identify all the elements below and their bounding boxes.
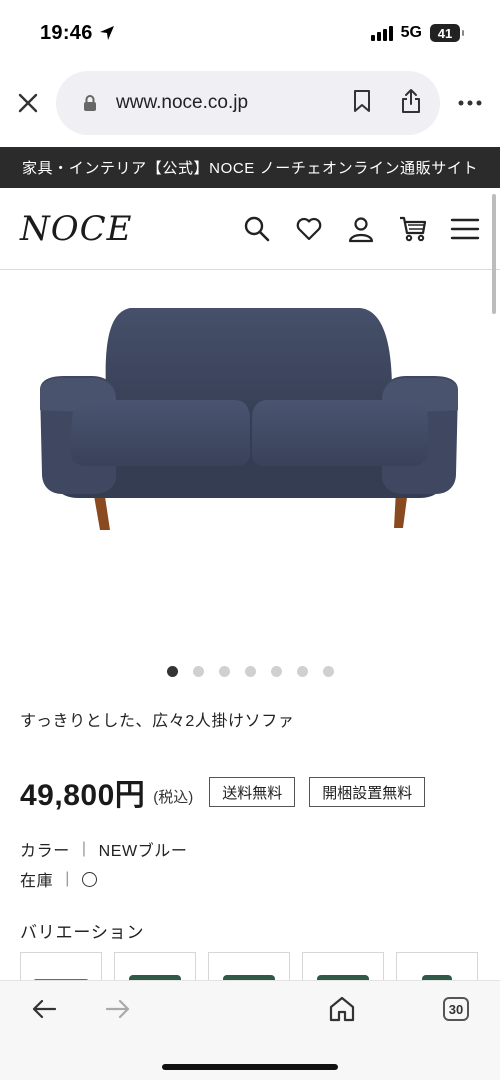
- in-stock-icon: [81, 871, 97, 887]
- home-icon: [329, 996, 355, 1022]
- free-setup-badge: 開梱設置無料: [309, 777, 426, 807]
- spec-divider: |: [81, 840, 87, 857]
- carousel-dot[interactable]: [244, 666, 256, 677]
- carousel-dot[interactable]: [270, 666, 282, 677]
- location-arrow-icon: [99, 26, 114, 40]
- battery-level: 41: [437, 25, 453, 41]
- variation-thumb[interactable]: [20, 952, 102, 982]
- tabs-button[interactable]: 30: [434, 987, 478, 1031]
- site-header: NOCE: [0, 188, 500, 270]
- browser-bar: www.noce.co.jp: [0, 70, 500, 136]
- status-time: 19:46: [40, 22, 115, 45]
- site-banner[interactable]: 家具・インテリア【公式】NOCE ノーチェオンライン通販サイト: [0, 147, 500, 188]
- page-scrollbar[interactable]: [492, 194, 496, 314]
- color-label: カラー: [20, 843, 70, 860]
- product-image[interactable]: [20, 280, 480, 650]
- product-title: すっきりとした、広々2人掛けソファ: [20, 713, 295, 730]
- address-bar[interactable]: www.noce.co.jp: [56, 71, 440, 135]
- more-icon: [458, 100, 482, 106]
- close-tab-button[interactable]: [0, 70, 56, 136]
- browser-toolbar: 30: [0, 980, 500, 1080]
- search-icon[interactable]: [242, 214, 272, 244]
- carousel-dot[interactable]: [166, 666, 178, 677]
- forward-icon: [105, 999, 130, 1019]
- cart-icon[interactable]: [398, 214, 428, 244]
- lock-icon: [82, 94, 104, 112]
- carousel-dot[interactable]: [192, 666, 204, 677]
- status-bar: 19:46 5G 41: [0, 0, 500, 66]
- spec-divider: |: [65, 870, 70, 887]
- back-button[interactable]: [22, 987, 66, 1031]
- close-icon: [18, 93, 38, 113]
- bookmark-icon[interactable]: [352, 89, 372, 118]
- home-indicator: [162, 1064, 338, 1070]
- heart-icon[interactable]: [294, 214, 324, 244]
- carousel-dots: [0, 666, 500, 677]
- sofa-image: [40, 308, 458, 530]
- signal-icon: [370, 25, 393, 41]
- tax-label: (税込): [153, 788, 194, 806]
- battery-icon: 41: [430, 24, 464, 42]
- variation-thumb[interactable]: [396, 952, 478, 982]
- network-type: 5G: [400, 24, 422, 41]
- carousel-dot[interactable]: [296, 666, 308, 677]
- tabs-icon: 30: [443, 997, 469, 1021]
- site-logo[interactable]: NOCE: [20, 209, 132, 249]
- color-spec: カラー | NEWブルー: [20, 837, 188, 861]
- user-icon[interactable]: [346, 214, 376, 244]
- menu-icon[interactable]: [450, 214, 480, 244]
- status-indicators: 5G 41: [370, 24, 464, 42]
- variation-thumb[interactable]: [114, 952, 196, 982]
- variation-list: [20, 952, 500, 982]
- more-options-button[interactable]: [440, 70, 500, 136]
- back-icon: [32, 999, 57, 1019]
- color-value: NEWブルー: [98, 843, 188, 860]
- stock-spec: 在庫 |: [20, 867, 97, 891]
- variation-title: バリエーション: [20, 923, 145, 942]
- carousel-dot[interactable]: [322, 666, 334, 677]
- share-icon[interactable]: [400, 88, 422, 119]
- url-text[interactable]: www.noce.co.jp: [104, 92, 352, 114]
- price-row: 49,800円 (税込) 送料無料 開梱設置無料: [20, 770, 426, 814]
- forward-button[interactable]: [96, 987, 140, 1031]
- variation-thumb[interactable]: [302, 952, 384, 982]
- carousel-dot[interactable]: [218, 666, 230, 677]
- status-time-text: 19:46: [40, 21, 93, 44]
- free-shipping-badge: 送料無料: [209, 777, 296, 807]
- stock-label: 在庫: [20, 873, 54, 890]
- product-price: 49,800円: [20, 779, 146, 812]
- site-banner-text: 家具・インテリア【公式】NOCE ノーチェオンライン通販サイト: [21, 160, 479, 177]
- home-button[interactable]: [320, 987, 364, 1031]
- variation-thumb[interactable]: [208, 952, 290, 982]
